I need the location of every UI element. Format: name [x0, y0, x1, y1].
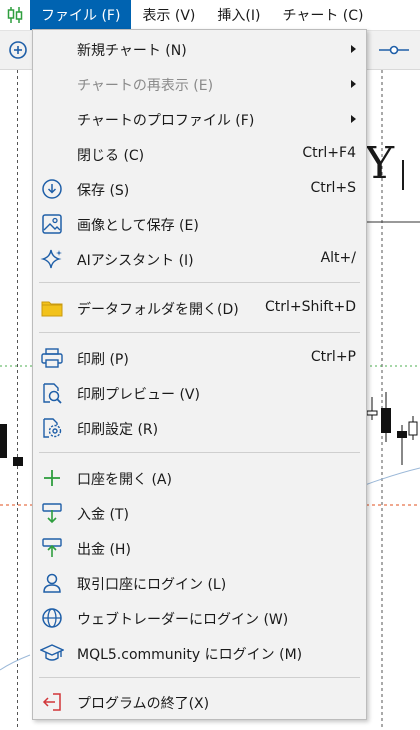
- menu-item-print-preview[interactable]: 印刷プレビュー (V): [33, 376, 366, 410]
- menu-item-label: 印刷プレビュー (V): [77, 387, 200, 403]
- ai-sparkle-icon: [40, 249, 62, 269]
- menu-item-label: ウェブトレーダーにログイン (W): [77, 612, 289, 628]
- print-settings-icon: [43, 418, 62, 438]
- menu-item-shortcut: Ctrl+P: [310, 349, 356, 365]
- zoom-in-icon[interactable]: [8, 40, 28, 60]
- menu-item-save[interactable]: 保存 (S) Ctrl+S: [33, 172, 366, 206]
- menu-item-shortcut: Ctrl+F4: [302, 145, 356, 161]
- graduation-cap-icon: [40, 644, 64, 661]
- menu-item-close[interactable]: 閉じる (C) Ctrl+F4: [33, 137, 366, 171]
- menu-item-label: 印刷 (P): [77, 352, 129, 368]
- menu-separator: [39, 677, 360, 678]
- menu-item-label: データフォルダを開く(D): [77, 302, 239, 318]
- menu-separator: [39, 452, 360, 453]
- menu-item-save-as-image[interactable]: 画像として保存 (E): [33, 207, 366, 241]
- menu-item-label: チャートの再表示 (E): [77, 78, 214, 94]
- menu-item-label: チャートのプロファイル (F): [77, 113, 255, 129]
- menu-item-label: 閉じる (C): [77, 148, 145, 164]
- menu-separator: [39, 282, 360, 283]
- save-icon: [42, 179, 62, 199]
- menu-item-open-data-folder[interactable]: データフォルダを開く(D) Ctrl+Shift+D: [33, 291, 366, 325]
- menu-item-exit[interactable]: プログラムの終了(X): [33, 685, 366, 719]
- menu-item-login-mql5-community[interactable]: MQL5.community にログイン (M): [33, 636, 366, 670]
- menu-item-login-webtrader[interactable]: ウェブトレーダーにログイン (W): [33, 601, 366, 635]
- submenu-arrow-icon: [351, 80, 356, 88]
- menu-item-label: 保存 (S): [77, 183, 130, 199]
- plus-icon: [44, 470, 60, 486]
- menu-item-ai-assistant[interactable]: AIアシスタント (I) Alt+/: [33, 242, 366, 276]
- menu-item-new-chart[interactable]: 新規チャート (N): [33, 32, 366, 66]
- menu-separator: [39, 332, 360, 333]
- horizontal-line-tool-icon[interactable]: [378, 41, 410, 59]
- menu-item-print[interactable]: 印刷 (P) Ctrl+P: [33, 341, 366, 375]
- menu-item-label: 印刷設定 (R): [77, 422, 159, 438]
- withdraw-icon: [42, 538, 62, 557]
- menu-view[interactable]: 表示 (V): [131, 0, 206, 30]
- chart-title-fragment-cut: [402, 160, 420, 190]
- menu-item-login-trading-account[interactable]: 取引口座にログイン (L): [33, 566, 366, 600]
- submenu-arrow-icon: [351, 115, 356, 123]
- menu-item-label: 新規チャート (N): [77, 43, 187, 59]
- menu-item-print-settings[interactable]: 印刷設定 (R): [33, 411, 366, 445]
- menu-item-label: 取引口座にログイン (L): [77, 577, 227, 593]
- menu-item-shortcut: Alt+/: [320, 250, 356, 266]
- candlestick-app-icon[interactable]: [0, 0, 30, 30]
- menu-item-label: プログラムの終了(X): [77, 696, 210, 712]
- menu-item-open-account[interactable]: 口座を開く (A): [33, 461, 366, 495]
- menu-item-label: 画像として保存 (E): [77, 218, 199, 234]
- menu-item-shortcut: Ctrl+Shift+D: [265, 299, 356, 315]
- printer-icon: [41, 348, 63, 368]
- folder-icon: [41, 301, 63, 317]
- submenu-arrow-icon: [351, 45, 356, 53]
- menu-file[interactable]: ファイル (F): [30, 0, 132, 30]
- image-icon: [42, 214, 62, 234]
- menu-item-deposit[interactable]: 入金 (T): [33, 496, 366, 530]
- file-menu-dropdown: 新規チャート (N) チャートの再表示 (E) チャートのプロファイル (F) …: [32, 29, 367, 720]
- menu-bar: ファイル (F) 表示 (V) 挿入(I) チャート (C): [0, 0, 420, 31]
- menu-item-withdraw[interactable]: 出金 (H): [33, 531, 366, 565]
- globe-icon: [42, 608, 62, 628]
- menu-item-label: 口座を開く (A): [77, 472, 172, 488]
- exit-icon: [42, 693, 61, 711]
- deposit-icon: [42, 503, 62, 524]
- chart-title-fragment: Y: [365, 138, 395, 189]
- menu-item-label: 入金 (T): [77, 507, 129, 523]
- menu-item-label: AIアシスタント (I): [77, 253, 194, 269]
- menu-insert[interactable]: 挿入(I): [206, 0, 271, 30]
- menu-item-redisplay-chart: チャートの再表示 (E): [33, 67, 366, 101]
- print-preview-icon: [43, 383, 62, 404]
- user-icon: [43, 573, 61, 593]
- menu-item-chart-profiles[interactable]: チャートのプロファイル (F): [33, 102, 366, 136]
- menu-item-shortcut: Ctrl+S: [310, 180, 356, 196]
- menu-item-label: MQL5.community にログイン (M): [77, 647, 303, 663]
- menu-item-label: 出金 (H): [77, 542, 131, 558]
- menu-chart[interactable]: チャート (C): [271, 0, 374, 30]
